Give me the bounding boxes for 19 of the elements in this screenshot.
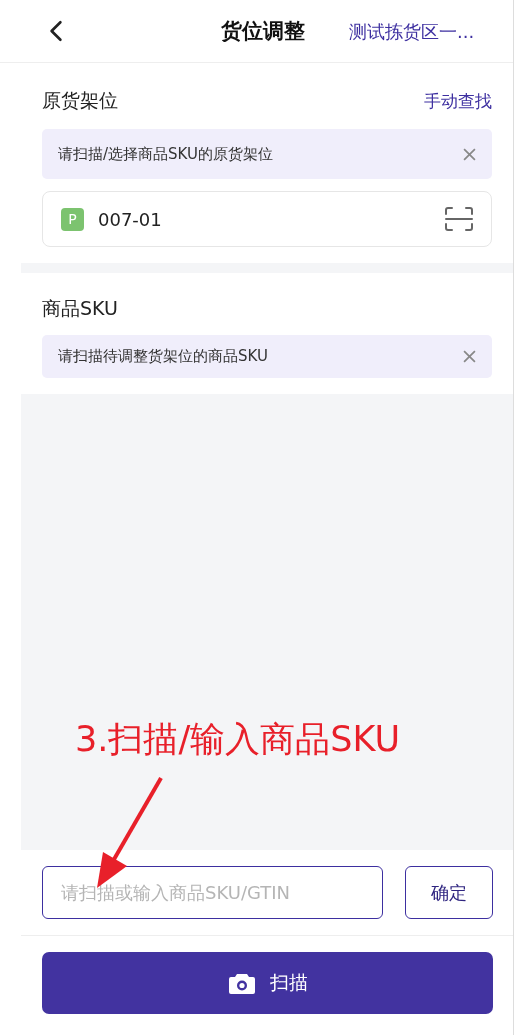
close-icon[interactable]	[463, 350, 476, 363]
hint-text: 请扫描/选择商品SKU的原货架位	[58, 144, 273, 164]
location-code: 007-01	[98, 208, 163, 230]
back-icon	[49, 20, 63, 42]
section-title: 原货架位	[42, 88, 118, 113]
location-tag: P	[61, 207, 84, 231]
scan-icon[interactable]	[445, 206, 473, 232]
page-title: 货位调整	[221, 18, 305, 45]
confirm-button[interactable]: 确定	[405, 866, 493, 919]
scan-button[interactable]: 扫描	[42, 952, 493, 1014]
annotation-text: 3.扫描/输入商品SKU	[75, 718, 401, 761]
hint-text: 请扫描待调整货架位的商品SKU	[58, 347, 268, 366]
section-title: 商品SKU	[42, 296, 118, 321]
sku-input-field[interactable]: 请扫描或输入商品SKU/GTIN	[42, 866, 383, 919]
warehouse-link[interactable]: 测试拣货区一...	[349, 20, 475, 44]
close-icon[interactable]	[463, 147, 476, 161]
manual-search-link[interactable]: 手动查找	[424, 89, 492, 113]
back-button[interactable]	[49, 20, 63, 42]
camera-icon	[227, 971, 256, 995]
